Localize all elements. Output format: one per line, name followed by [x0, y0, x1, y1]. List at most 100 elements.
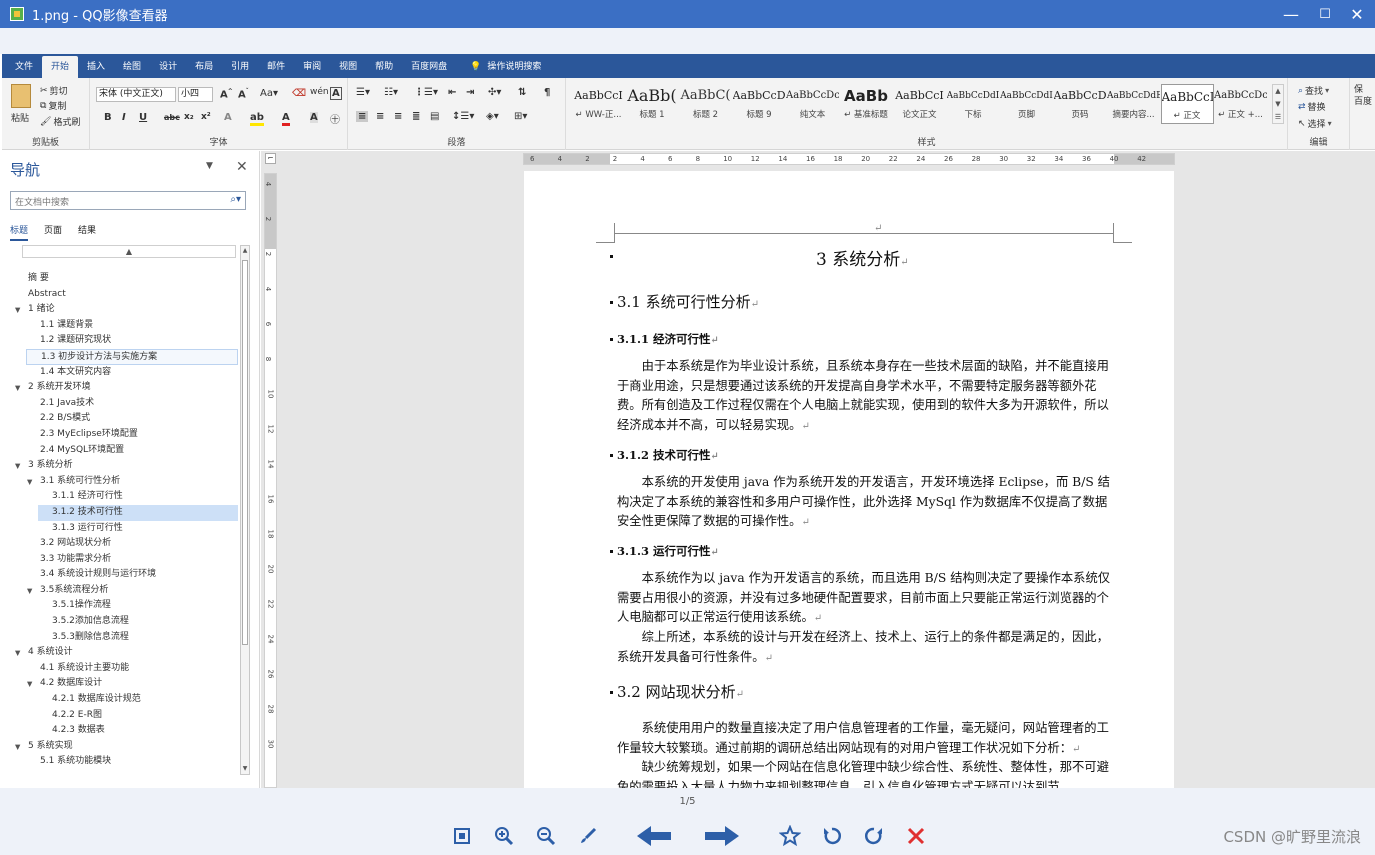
tab-3[interactable]: 绘图 — [114, 56, 150, 78]
enclose-char-icon[interactable]: ㊉ — [330, 111, 340, 126]
search-icon[interactable]: ⌕▾ — [230, 194, 241, 205]
chinese-layout-icon[interactable]: ✣▾ — [488, 87, 501, 98]
style-item-1[interactable]: AaBb(标题 1 — [626, 84, 679, 124]
collapse-all-bar[interactable]: ▲ — [22, 245, 236, 258]
nav-heading-item[interactable]: 摘 要 — [2, 271, 240, 287]
previous-image-icon[interactable] — [634, 824, 674, 848]
style-item-12[interactable]: AaBbCcDc ↵ 正文 +... — [1214, 84, 1267, 124]
font-name-select[interactable]: 宋体 (中文正文) — [96, 87, 176, 102]
section-3-1-1-heading[interactable]: 3.1.1 经济可行性↵ — [617, 331, 719, 347]
nav-search-input[interactable]: 在文档中搜索 ⌕▾ — [10, 191, 246, 210]
char-border-icon[interactable]: A — [330, 87, 342, 100]
section-3-2-heading[interactable]: 3.2 网站现状分析↵ — [617, 681, 744, 702]
paragraph-operation[interactable]: 本系统作为以 java 作为开发语言的系统，而且选用 B/S 结构则决定了要操作… — [617, 569, 1113, 629]
style-item-10[interactable]: AaBbCcDdE 摘要内容... — [1107, 84, 1160, 124]
nav-heading-item[interactable]: 2.1 Java技术 — [2, 396, 240, 412]
expand-arrow-icon[interactable]: ▲ — [27, 474, 32, 490]
tab-11[interactable]: 百度网盘 — [402, 56, 456, 78]
favorite-icon[interactable] — [778, 824, 802, 848]
paint-brush-icon[interactable] — [576, 824, 600, 848]
show-marks-icon[interactable]: ¶ — [544, 87, 550, 98]
tab-1[interactable]: 开始 — [42, 56, 79, 78]
zoom-out-icon[interactable] — [534, 824, 558, 848]
borders-icon[interactable]: ⊞▾ — [514, 111, 527, 122]
tab-0[interactable]: 文件 — [6, 56, 42, 78]
shading-icon[interactable]: ◈▾ — [486, 111, 499, 122]
style-item-11[interactable]: AaBbCcI ↵ 正文 — [1160, 84, 1214, 124]
expand-arrow-icon[interactable]: ▲ — [15, 645, 20, 661]
nav-heading-item[interactable]: ▲ 3.5系统流程分析 — [2, 583, 240, 599]
expand-arrow-icon[interactable]: ▲ — [15, 380, 20, 396]
ruler-toggle-icon[interactable]: ⌐ — [265, 153, 276, 164]
tab-6[interactable]: 引用 — [222, 56, 258, 78]
document-page[interactable]: ↵ 3 系统分析↵ 3.1 系统可行性分析↵ 3.1.1 经济可行性↵ 由于本系… — [524, 171, 1174, 788]
nav-scroll-thumb[interactable] — [242, 260, 248, 645]
phonetic-guide-icon[interactable]: wén — [310, 87, 329, 97]
cut-button[interactable]: ✂ 剪切 — [40, 84, 68, 98]
nav-heading-item[interactable]: 3.1.2 技术可行性 — [38, 504, 238, 521]
section-3-1-2-heading[interactable]: 3.1.2 技术可行性↵ — [617, 447, 719, 463]
text-effects-icon[interactable]: A — [224, 112, 232, 123]
paragraph-site-status[interactable]: 系统使用用户的数量直接决定了用户信息管理者的工作量，毫无疑问，网站管理者的工作量… — [617, 719, 1113, 759]
decrease-indent-icon[interactable]: ⇤ — [448, 87, 456, 98]
nav-heading-item[interactable]: ▲ 3 系统分析 — [2, 458, 240, 474]
italic-icon[interactable]: I — [122, 112, 126, 123]
style-item-4[interactable]: AaBbCcDc 纯文本 — [786, 84, 839, 124]
tell-me-search[interactable]: 💡 操作说明搜索 — [456, 56, 550, 78]
nav-heading-item[interactable]: 1.4 本文研究内容 — [2, 365, 240, 381]
expand-arrow-icon[interactable]: ▲ — [27, 676, 32, 692]
paragraph-summary[interactable]: 综上所述，本系统的设计与开发在经济上、技术上、运行上的条件都是满足的，因此，系统… — [617, 628, 1113, 668]
nav-heading-item[interactable]: ▲ 2 系统开发环境 — [2, 380, 240, 396]
nav-heading-item[interactable]: 5.1 系统功能模块 — [2, 754, 240, 770]
nav-options-icon[interactable]: ▼ — [206, 161, 213, 171]
nav-heading-item[interactable]: 3.3 功能需求分析 — [2, 552, 240, 568]
sort-icon[interactable]: ⇅ — [518, 87, 526, 98]
nav-heading-item[interactable]: Abstract — [2, 287, 240, 303]
multilevel-list-icon[interactable]: ⋮☰▾ — [414, 87, 438, 98]
nav-heading-item[interactable]: 3.4 系统设计规则与运行环境 — [2, 567, 240, 583]
nav-heading-item[interactable]: ▲ 4.2 数据库设计 — [2, 676, 240, 692]
nav-heading-item[interactable]: 3.2 网站现状分析 — [2, 536, 240, 552]
select-button[interactable]: ↖ 选择 ▾ — [1298, 117, 1332, 131]
clear-format-icon[interactable]: ⌫ — [292, 88, 306, 99]
increase-indent-icon[interactable]: ⇥ — [466, 87, 474, 98]
copy-button[interactable]: ⧉ 复制 — [40, 99, 66, 113]
expand-arrow-icon[interactable]: ▲ — [15, 458, 20, 474]
nav-heading-item[interactable]: 1.3 初步设计方法与实施方案 — [26, 348, 238, 365]
nav-heading-item[interactable]: ▲ 5 系统实现 — [2, 739, 240, 755]
nav-heading-item[interactable]: 2.3 MyEclipse环境配置 — [2, 427, 240, 443]
section-3-1-heading[interactable]: 3.1 系统可行性分析↵ — [617, 291, 759, 312]
nav-scrollbar[interactable]: ▲ ▼ — [240, 245, 250, 775]
expand-arrow-icon[interactable]: ▲ — [27, 583, 32, 599]
nav-heading-item[interactable]: 2.4 MySQL环境配置 — [2, 443, 240, 459]
fit-window-icon[interactable] — [450, 824, 474, 848]
format-painter-button[interactable]: 🖌 格式刷 — [40, 115, 80, 129]
tab-8[interactable]: 审阅 — [294, 56, 330, 78]
nav-tab-0[interactable]: 标题 — [10, 223, 29, 241]
numbering-icon[interactable]: ☷▾ — [384, 87, 398, 98]
paste-icon[interactable] — [11, 84, 31, 108]
align-center-icon[interactable]: ≡ — [376, 111, 384, 122]
style-item-3[interactable]: AaBbCcD 标题 9 — [733, 84, 786, 124]
replace-button[interactable]: ⇄ 替换 — [1298, 100, 1326, 114]
style-item-2[interactable]: AaBbC(标题 2 — [679, 84, 732, 124]
paragraph-technical[interactable]: 本系统的开发使用 java 作为系统开发的开发语言，开发环境选择 Eclipse… — [617, 473, 1113, 533]
style-item-6[interactable]: AaBbCcI 论文正文 — [893, 84, 946, 124]
align-left-icon[interactable]: ≡ — [356, 111, 369, 122]
tab-4[interactable]: 设计 — [150, 56, 186, 78]
font-size-select[interactable]: 小四 — [178, 87, 213, 102]
distributed-icon[interactable]: ▤ — [430, 111, 439, 122]
highlight-icon[interactable]: ab — [250, 112, 264, 126]
nav-heading-item[interactable]: 3.5.2添加信息流程 — [2, 614, 240, 630]
style-item-8[interactable]: AaBbCcDdI 页脚 — [1000, 84, 1053, 124]
paragraph-economic[interactable]: 由于本系统是作为毕业设计系统，且系统本身存在一些技术层面的缺陷，并不能直接用于商… — [617, 357, 1113, 436]
section-3-1-3-heading[interactable]: 3.1.3 运行可行性↵ — [617, 543, 719, 559]
nav-heading-item[interactable]: ▲ 3.1 系统可行性分析 — [2, 474, 240, 490]
style-item-5[interactable]: AaBb ↵ 基准标题 — [840, 84, 893, 124]
minimize-button[interactable]: — — [1276, 0, 1306, 28]
styles-scroll[interactable]: ▲ ▼ ☰ — [1272, 84, 1284, 124]
underline-icon[interactable]: U — [139, 112, 147, 123]
nav-heading-item[interactable]: 3.1.3 运行可行性 — [2, 521, 240, 537]
nav-heading-item[interactable]: 4.1 系统设计主要功能 — [2, 661, 240, 677]
tab-9[interactable]: 视图 — [330, 56, 366, 78]
